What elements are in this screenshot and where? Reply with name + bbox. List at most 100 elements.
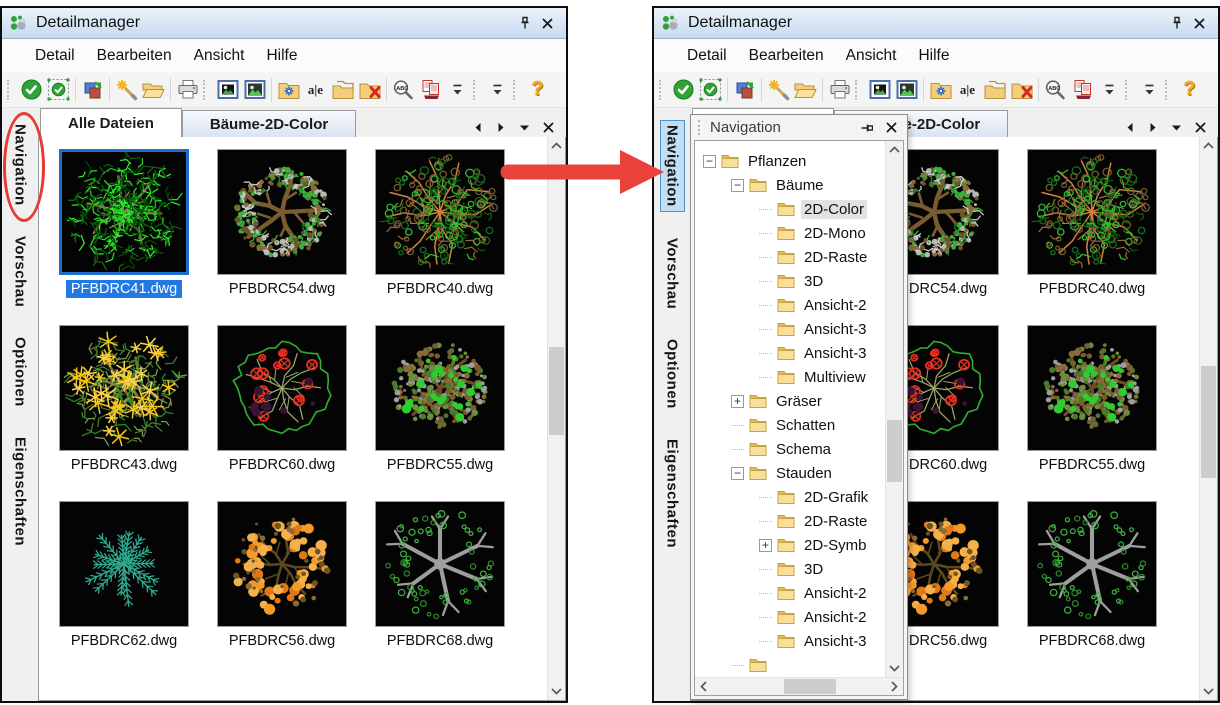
collapse-icon[interactable]: − xyxy=(703,155,716,168)
search-icon[interactable]: ABC xyxy=(1042,76,1069,104)
tree-item-pflanzen[interactable]: −Pflanzen xyxy=(695,149,885,173)
tab-next-icon[interactable] xyxy=(1148,122,1158,133)
tree-item-ansicht-3[interactable]: Ansicht-3 xyxy=(695,317,885,341)
scroll-down-button[interactable] xyxy=(548,683,565,700)
sidebar-item-eigenschaften[interactable]: Eigenschaften xyxy=(661,435,684,552)
copy-colors-icon[interactable] xyxy=(79,76,106,104)
folder-new-icon[interactable] xyxy=(927,76,954,104)
search-icon[interactable]: ABC xyxy=(390,76,417,104)
tab-prev-icon[interactable] xyxy=(473,122,483,133)
pin-icon[interactable] xyxy=(1166,13,1188,33)
scroll-up-button[interactable] xyxy=(1200,137,1217,154)
wand-icon[interactable] xyxy=(765,76,792,104)
tab-next-icon[interactable] xyxy=(496,122,506,133)
image-small-icon[interactable] xyxy=(214,76,241,104)
tree-item-2d-raste[interactable]: 2D-Raste xyxy=(695,509,885,533)
image-large-icon[interactable] xyxy=(241,76,268,104)
file-item[interactable]: PFBDRC55.dwg xyxy=(375,325,505,474)
approve-selection-icon[interactable] xyxy=(697,76,724,104)
file-item[interactable]: PFBDRC40.dwg xyxy=(1027,149,1157,298)
tree-item-2d-symb[interactable]: +2D-Symb xyxy=(695,533,885,557)
toolbar-grip[interactable] xyxy=(473,80,482,100)
vertical-scrollbar[interactable] xyxy=(1199,137,1217,700)
folder-open-icon[interactable] xyxy=(140,76,167,104)
menu-ansicht[interactable]: Ansicht xyxy=(183,44,256,68)
file-item[interactable]: PFBDRC55.dwg xyxy=(1027,325,1157,474)
close-icon[interactable] xyxy=(1188,13,1210,33)
folder-copy-icon[interactable] xyxy=(329,76,356,104)
file-item[interactable]: PFBDRC54.dwg xyxy=(217,149,347,298)
approve-icon[interactable] xyxy=(18,76,45,104)
file-item[interactable]: PFBDRC43.dwg xyxy=(59,325,189,474)
delete-icon[interactable] xyxy=(417,76,444,104)
tree-item-2d-mono[interactable]: 2D-Mono xyxy=(695,221,885,245)
tab-menu-icon[interactable] xyxy=(519,124,530,132)
sidebar-item-optionen[interactable]: Optionen xyxy=(661,335,684,413)
print-icon[interactable] xyxy=(174,76,201,104)
collapse-icon[interactable]: − xyxy=(731,179,744,192)
scroll-track[interactable] xyxy=(712,678,886,695)
scroll-thumb[interactable] xyxy=(1201,366,1216,478)
titlebar[interactable]: Detailmanager xyxy=(654,8,1218,39)
tree-item-gräser[interactable]: +Gräser xyxy=(695,389,885,413)
scroll-track[interactable] xyxy=(548,154,565,683)
scroll-track[interactable] xyxy=(886,158,903,660)
scroll-track[interactable] xyxy=(1200,154,1217,683)
scroll-thumb[interactable] xyxy=(549,347,564,435)
toolbar-grip[interactable] xyxy=(1165,80,1174,100)
menu-bearbeiten[interactable]: Bearbeiten xyxy=(738,44,835,68)
wand-icon[interactable] xyxy=(113,76,140,104)
tree-item-stauden[interactable]: −Stauden xyxy=(695,461,885,485)
collapse-icon[interactable]: − xyxy=(731,467,744,480)
menu-hilfe[interactable]: Hilfe xyxy=(255,44,308,68)
print-icon[interactable] xyxy=(826,76,853,104)
scroll-up-button[interactable] xyxy=(886,141,903,158)
expand-icon[interactable]: + xyxy=(759,539,772,552)
scroll-right-button[interactable] xyxy=(886,678,903,695)
tree-item-ansicht-2[interactable]: Ansicht-2 xyxy=(695,293,885,317)
approve-icon[interactable] xyxy=(670,76,697,104)
sidebar-item-optionen[interactable]: Optionen xyxy=(9,333,32,411)
approve-selection-icon[interactable] xyxy=(45,76,72,104)
tree-item-schema[interactable]: Schema xyxy=(695,437,885,461)
tab-alle-dateien[interactable]: Alle Dateien xyxy=(40,108,182,137)
toolbar-grip[interactable] xyxy=(1125,80,1134,100)
panel-grip[interactable] xyxy=(698,120,703,135)
scroll-thumb[interactable] xyxy=(887,420,902,482)
folder-copy-icon[interactable] xyxy=(981,76,1008,104)
titlebar[interactable]: Detailmanager xyxy=(2,8,566,39)
tree-item-ansicht-2[interactable]: Ansicht-2 xyxy=(695,605,885,629)
sidebar-item-vorschau[interactable]: Vorschau xyxy=(9,232,32,311)
tree-item-ansicht-3[interactable]: Ansicht-3 xyxy=(695,629,885,653)
tab-close-icon[interactable] xyxy=(1195,122,1206,133)
folder-new-icon[interactable] xyxy=(275,76,302,104)
scroll-down-button[interactable] xyxy=(886,660,903,677)
overflow-icon[interactable] xyxy=(444,76,471,104)
scroll-down-button[interactable] xyxy=(1200,683,1217,700)
close-icon[interactable] xyxy=(536,13,558,33)
toolbar-grip[interactable] xyxy=(203,80,212,100)
rename-icon[interactable]: a|e xyxy=(954,76,981,104)
vertical-scrollbar[interactable] xyxy=(547,137,565,700)
scroll-thumb[interactable] xyxy=(784,679,836,694)
toolbar-grip[interactable] xyxy=(659,80,668,100)
help-icon[interactable]: ? xyxy=(1176,76,1203,104)
help-icon[interactable]: ? xyxy=(524,76,551,104)
file-item[interactable]: PFBDRC56.dwg xyxy=(217,501,347,650)
rename-icon[interactable]: a|e xyxy=(302,76,329,104)
scroll-left-button[interactable] xyxy=(695,678,712,695)
file-item[interactable]: PFBDRC41.dwg xyxy=(59,149,189,298)
tree-item-2d-color[interactable]: 2D-Color xyxy=(695,197,885,221)
file-item[interactable]: PFBDRC40.dwg xyxy=(375,149,505,298)
tree-item-ansicht-2[interactable]: Ansicht-2 xyxy=(695,581,885,605)
overflow-icon[interactable] xyxy=(484,76,511,104)
tree-item-2d-raste[interactable]: 2D-Raste xyxy=(695,245,885,269)
tree-item-ansicht-3[interactable]: Ansicht-3 xyxy=(695,341,885,365)
folder-delete-icon[interactable] xyxy=(356,76,383,104)
menu-detail[interactable]: Detail xyxy=(676,44,738,68)
tree-item-3d[interactable]: 3D xyxy=(695,269,885,293)
expand-icon[interactable]: + xyxy=(731,395,744,408)
tree-horizontal-scrollbar[interactable] xyxy=(695,677,903,695)
folder-delete-icon[interactable] xyxy=(1008,76,1035,104)
image-small-icon[interactable] xyxy=(866,76,893,104)
